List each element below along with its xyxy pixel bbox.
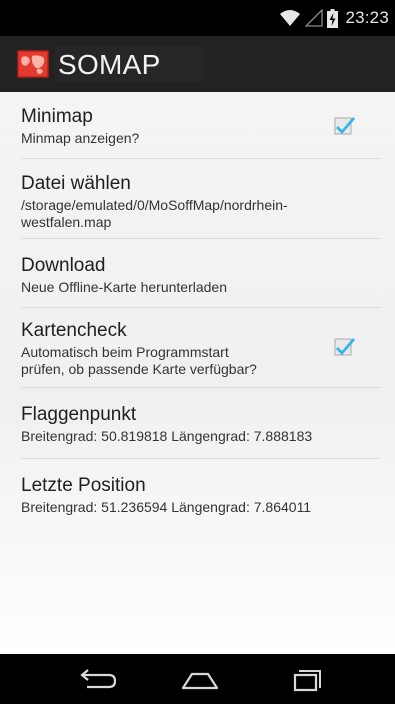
map-app-icon[interactable] [17, 50, 49, 78]
pref-download[interactable]: Download Neue Offline-Karte herunterlade… [21, 254, 381, 296]
preferences-list: Minimap Minmap anzeigen? Datei wählen /s… [0, 92, 395, 654]
pref-title: Datei wählen [21, 173, 131, 194]
divider [21, 458, 381, 459]
pref-summary: Neue Offline-Karte herunterladen [21, 279, 227, 295]
signal-icon [305, 9, 324, 27]
pref-title: Download [21, 255, 106, 276]
pref-summary: Breitengrad: 51.236594 Längengrad: 7.864… [21, 499, 312, 515]
pref-title: Minimap [21, 106, 93, 127]
status-bar: 23:23 [0, 0, 395, 36]
action-bar: SOMAP [0, 36, 395, 92]
pref-summary-line-1: /storage/emulated/0/MoSoffMap/nordrhein- [21, 197, 288, 213]
pref-flaggenpunkt[interactable]: Flaggenpunkt Breitengrad: 50.819818 Läng… [21, 403, 381, 445]
pref-summary: Breitengrad: 50.819818 Längengrad: 7.888… [21, 428, 313, 444]
divider [21, 387, 381, 388]
battery-charging-icon [327, 8, 339, 28]
home-icon[interactable] [180, 664, 220, 694]
minimap-checkbox[interactable] [334, 114, 356, 136]
screen: 23:23 SOMAP Minimap Minmap anzeigen? Dat… [0, 0, 395, 704]
pref-summary: Minmap anzeigen? [21, 130, 140, 146]
divider [21, 307, 381, 308]
pref-summary-line-2: westfalen.map [21, 214, 112, 230]
back-icon[interactable] [77, 664, 117, 694]
pref-letzte-position[interactable]: Letzte Position Breitengrad: 51.236594 L… [21, 474, 381, 516]
pref-minimap[interactable]: Minimap Minmap anzeigen? [21, 105, 381, 147]
pref-datei-waehlen[interactable]: Datei wählen /storage/emulated/0/MoSoffM… [21, 172, 381, 231]
pref-summary-line-2: prüfen, ob passende Karte verfügbar? [21, 361, 257, 377]
pref-title: Kartencheck [21, 320, 127, 341]
pref-title: Flaggenpunkt [21, 404, 137, 425]
status-icons: 23:23 [279, 7, 389, 29]
app-title: SOMAP [58, 49, 161, 80]
recent-apps-icon[interactable] [290, 664, 330, 694]
pref-kartencheck[interactable]: Kartencheck Automatisch beim Programmsta… [21, 319, 381, 378]
pref-summary-line-1: Automatisch beim Programmstart [21, 344, 229, 360]
divider [21, 238, 381, 239]
divider [21, 158, 381, 159]
wifi-icon [279, 9, 301, 27]
navigation-bar [0, 654, 395, 704]
pref-title: Letzte Position [21, 475, 146, 496]
kartencheck-checkbox[interactable] [334, 335, 356, 357]
status-time: 23:23 [345, 8, 389, 27]
